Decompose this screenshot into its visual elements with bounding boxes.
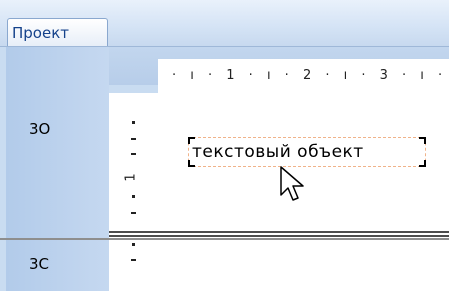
ruler-tick xyxy=(131,153,136,155)
text-object[interactable]: текстовый объект xyxy=(188,137,426,167)
horizontal-ruler: · ı · 1 · ı · 2 · ı · 3 · ı · xyxy=(158,59,449,93)
mouse-cursor-icon xyxy=(280,166,304,201)
ruler-tick xyxy=(131,138,136,140)
ruler-tick xyxy=(132,243,135,246)
selection-corner[interactable] xyxy=(419,137,426,144)
text-object-label: текстовый объект xyxy=(192,142,364,162)
section-label-3c[interactable]: 3С xyxy=(29,255,49,273)
ruler-number: 1 xyxy=(123,173,139,182)
section-panel xyxy=(6,47,109,291)
selection-corner[interactable] xyxy=(419,160,426,167)
ruler-tick xyxy=(132,195,135,198)
tab-project[interactable]: Проект xyxy=(7,18,108,46)
vertical-ruler: 1 xyxy=(119,93,149,291)
section-divider-line[interactable] xyxy=(109,231,449,233)
ruler-tick xyxy=(131,259,136,261)
section-divider xyxy=(0,238,449,240)
selection-corner[interactable] xyxy=(188,137,195,144)
section-label-3o[interactable]: 3О xyxy=(29,120,50,138)
ruler-tick xyxy=(132,121,135,124)
section-divider-line[interactable] xyxy=(109,235,449,237)
ruler-tick xyxy=(131,212,136,214)
selection-corner[interactable] xyxy=(188,160,195,167)
